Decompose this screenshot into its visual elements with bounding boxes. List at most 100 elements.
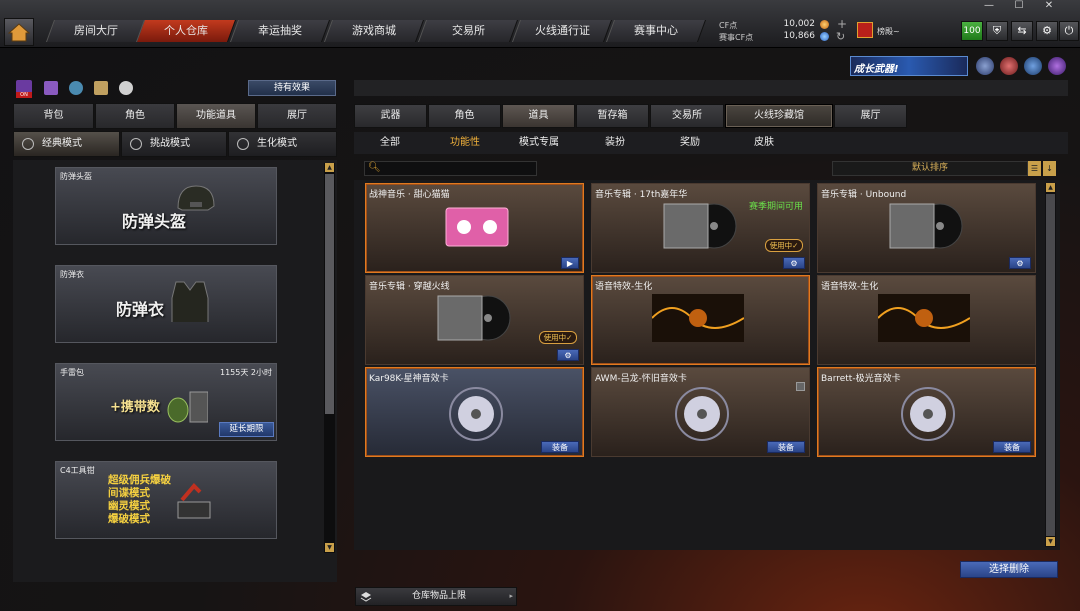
effect-icon-5[interactable] xyxy=(119,81,133,95)
growth-weapon-banner[interactable]: 成长武器! xyxy=(850,56,968,76)
search-icon: 🔍︎ xyxy=(368,162,381,173)
helmet-card[interactable]: 防弹头盔 防弹头盔 xyxy=(55,167,277,245)
item-card[interactable]: 音乐专辑 · Unbound ⚙ xyxy=(817,183,1036,273)
item-action-button[interactable]: 装备 xyxy=(993,441,1031,453)
filter-tab[interactable]: 皮肤 xyxy=(742,134,786,152)
power-icon[interactable]: ⏻ xyxy=(1059,21,1079,41)
nav-tab[interactable]: 赛事中心 xyxy=(605,20,707,42)
left-tab[interactable]: 角色 xyxy=(95,103,175,129)
event-cf-coin-icon xyxy=(820,32,829,41)
left-scrollbar[interactable]: ▲ ▼ xyxy=(324,163,335,553)
filter-tab[interactable]: 奖励 xyxy=(668,134,712,152)
right-tab[interactable]: 道具 xyxy=(502,104,575,128)
right-tab[interactable]: 火线珍藏馆 xyxy=(725,104,833,128)
sort-dropdown[interactable]: 默认排序 xyxy=(832,161,1028,176)
item-card[interactable]: 语音特效-生化 xyxy=(817,275,1036,365)
sort-order-icon[interactable]: ↓ xyxy=(1043,161,1056,176)
right-tab[interactable]: 展厅 xyxy=(834,104,907,128)
nav-tab[interactable]: 游戏商城 xyxy=(323,20,425,42)
right-tab[interactable]: 角色 xyxy=(428,104,501,128)
scroll-thumb[interactable] xyxy=(325,174,334,414)
item-title: AWM-吕龙-怀旧音效卡 xyxy=(595,374,687,384)
event-icon-2[interactable] xyxy=(1000,57,1018,75)
nav-tab[interactable]: 幸运抽奖 xyxy=(229,20,331,42)
vest-card[interactable]: 防弹衣 防弹衣 xyxy=(55,265,277,343)
cf-label: CF点 xyxy=(719,21,738,30)
item-card[interactable]: Kar98K-星神音效卡 装备 xyxy=(365,367,584,457)
filter-tab[interactable]: 模式专属 xyxy=(517,134,561,152)
effect-icon-2[interactable] xyxy=(44,81,58,95)
gear-icon[interactable]: ⚙ xyxy=(1036,21,1058,41)
mode-tab[interactable]: 挑战模式 xyxy=(121,131,227,157)
settings-icon[interactable]: ⚙ xyxy=(783,257,805,269)
right-tab[interactable]: 交易所 xyxy=(650,104,724,128)
home-icon xyxy=(7,23,31,42)
scroll-up-icon[interactable]: ▲ xyxy=(325,163,334,172)
minimize-icon[interactable]: — xyxy=(976,0,1002,14)
grenade-pack-card[interactable]: 手雷包 1155天 2小时 +携带数 延长期限 xyxy=(55,363,277,441)
nav-tab-label: 火线通行证 xyxy=(534,24,590,37)
item-card[interactable]: 战神音乐 · 甜心猫猫 ▶ xyxy=(365,183,584,273)
event-icon-1[interactable] xyxy=(976,57,994,75)
effect-icon-3[interactable] xyxy=(69,81,83,95)
close-icon[interactable]: ✕ xyxy=(1036,0,1062,14)
list-view-icon[interactable]: ☰ xyxy=(1028,161,1041,176)
item-card[interactable]: 语音特效-生化 xyxy=(591,275,810,365)
item-action-button[interactable]: ▶ xyxy=(560,257,579,269)
filter-tab[interactable]: 全部 xyxy=(368,134,412,152)
item-action-button[interactable]: 装备 xyxy=(541,441,579,453)
item-action-button[interactable]: 装备 xyxy=(767,441,805,453)
nav-tab[interactable]: 个人仓库 xyxy=(135,20,237,42)
event-icon-4[interactable] xyxy=(1048,57,1066,75)
settings-icon[interactable]: ⚙ xyxy=(557,349,579,361)
effect-icon-4[interactable] xyxy=(94,81,108,95)
left-tab[interactable]: 背包 xyxy=(13,103,94,129)
exit-icon[interactable]: ⇆ xyxy=(1011,21,1033,41)
filter-tab[interactable]: 装扮 xyxy=(593,134,637,152)
maximize-icon[interactable]: ☐ xyxy=(1006,0,1032,14)
c4-mode-line: 爆破模式 xyxy=(108,513,150,525)
home-button[interactable] xyxy=(4,18,34,46)
refresh-icon[interactable]: ↻ xyxy=(836,30,845,43)
shield-icon[interactable]: ⛨ xyxy=(986,21,1008,41)
held-effect-button[interactable]: 持有效果 xyxy=(248,80,336,96)
right-tab[interactable]: 暂存箱 xyxy=(576,104,649,128)
mode-tab[interactable]: 经典模式 xyxy=(13,131,120,157)
nav-tab-label: 交易所 xyxy=(451,24,485,37)
right-tab[interactable]: 武器 xyxy=(354,104,427,128)
select-delete-button[interactable]: 选择删除 xyxy=(960,561,1058,578)
event-cf-label: 赛事CF点 xyxy=(719,33,754,42)
item-card[interactable]: 音乐专辑 · 17th嘉年华 使用中✓ ⚙ 赛季期间可用 xyxy=(591,183,810,273)
scroll-down-icon[interactable]: ▼ xyxy=(1046,537,1055,546)
c4-tool-card[interactable]: C4工具钳 超级佣兵爆破 间谍模式 幽灵模式 爆破模式 xyxy=(55,461,277,539)
cf-coin-icon xyxy=(820,20,829,29)
event-icon-3[interactable] xyxy=(1024,57,1042,75)
left-tab[interactable]: 功能道具 xyxy=(176,103,256,129)
scroll-up-icon[interactable]: ▲ xyxy=(1046,183,1055,192)
scroll-down-icon[interactable]: ▼ xyxy=(325,543,334,552)
item-image xyxy=(449,387,503,441)
item-card[interactable]: 音乐专辑 · 穿越火线 使用中✓ ⚙ xyxy=(365,275,584,365)
item-image xyxy=(652,294,744,342)
card-title: 防弹衣 xyxy=(60,270,84,279)
right-scrollbar[interactable]: ▲ ▼ xyxy=(1045,183,1056,547)
item-image xyxy=(901,387,955,441)
c4-tool-icon xyxy=(177,483,211,519)
nav-tab[interactable]: 交易所 xyxy=(417,20,519,42)
capacity-bar[interactable]: 仓库物品上限 ▸ xyxy=(355,587,517,606)
nav-tab[interactable]: 房间大厅 xyxy=(45,20,147,42)
scroll-thumb[interactable] xyxy=(1046,194,1055,536)
card-title: 防弹头盔 xyxy=(60,172,92,181)
add-cf-icon[interactable]: + xyxy=(837,17,847,31)
mode-tab[interactable]: 生化模式 xyxy=(228,131,337,157)
settings-icon[interactable]: ⚙ xyxy=(1009,257,1031,269)
left-tab[interactable]: 展厅 xyxy=(257,103,337,129)
search-input[interactable]: 🔍︎ xyxy=(364,161,537,176)
nav-tab[interactable]: 火线通行证 xyxy=(511,20,613,42)
extend-period-button[interactable]: 延长期限 xyxy=(219,422,274,437)
item-card[interactable]: Barrett-极光音效卡 装备 xyxy=(817,367,1036,457)
nav-tab-label: 赛事中心 xyxy=(634,24,678,37)
item-card[interactable]: AWM-吕龙-怀旧音效卡装备 xyxy=(591,367,810,457)
level-badge[interactable]: 100 xyxy=(961,21,983,41)
filter-tab[interactable]: 功能性 xyxy=(443,134,487,152)
